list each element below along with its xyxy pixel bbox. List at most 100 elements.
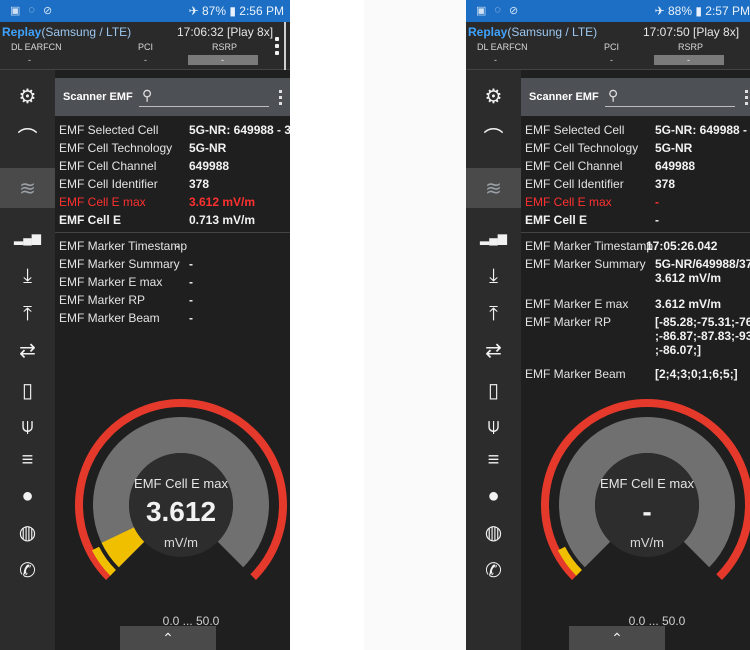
settings-icon[interactable]: ⚙ [466,78,521,114]
emf-row-value: - [189,311,193,325]
emf-row-value: 5G-NR: 649988 - 378 [189,123,290,137]
wifi-icon[interactable]: ≋ [466,168,521,208]
gauge-value: - [642,496,651,527]
scanner-header: Scanner EMF ⚲ [521,78,750,116]
check-circle-icon: ⊘ [508,5,519,17]
emf-row-label: EMF Cell Technology [59,141,173,155]
settings-icon[interactable]: ⚙ [0,78,55,114]
scanner-header: Scanner EMF ⚲ [55,78,290,116]
gauge-title: EMF Cell E max [134,476,228,491]
panel-gap [364,0,466,650]
scanner-menu-button[interactable] [279,90,282,105]
battery-icon: ▮ [229,4,236,18]
battery-level: 87% [201,4,226,18]
emf-row-label: EMF Cell Channel [59,159,157,173]
gauge-unit: mV/m [164,535,198,550]
panel-gap-inner [364,0,466,650]
replay-time: 17:07:50 [Play 8x] [643,25,740,39]
chevron-up-icon: ⌃ [162,629,174,646]
status-time: 2:57 PM [705,4,750,18]
emf-row-label: EMF Cell Identifier [59,177,158,191]
emf-row-label: EMF Marker E max [525,297,629,311]
emf-row-value: 5G-NR/649988/378: 3.612 mV/m [655,257,750,285]
circle-icon: ◌ [494,4,501,16]
emf-row-label: EMF Cell E max [59,195,146,209]
gauge-value-fill [101,526,145,568]
image-icon: ▣ [476,5,487,17]
emf-row-value: 0.713 mV/m [189,213,256,227]
rsrp-value: - [221,55,224,65]
replay-menu-button[interactable] [740,22,750,70]
menu-dot [275,44,279,48]
expand-button[interactable]: ⌃ [569,626,665,650]
expand-button[interactable]: ⌃ [120,626,216,650]
emf-row-value: - [176,239,180,253]
row-separator [521,232,750,233]
status-bar: ▣ ◌ ⊘ ✈ 87% ▮ 2:56 PM [0,0,290,22]
emf-row-label: EMF Marker Summary [59,257,180,271]
download-icon[interactable]: ⤓ [0,258,55,294]
search-icon[interactable]: ⚲ [608,87,618,104]
replay-bar: Replay(Samsung / LTE) 17:07:50 [Play 8x]… [466,22,750,70]
download-icon[interactable]: ⤓ [466,258,521,294]
replay-title: Replay(Samsung / LTE) [468,25,597,39]
transfer-arrows-icon[interactable]: ⇄ [466,332,521,368]
emf-row-value: 649988 [655,159,696,173]
status-right: ✈ 87% ▮ 2:56 PM [189,4,284,18]
search-input[interactable] [605,106,735,107]
replay-time: 17:06:32 [Play 8x] [177,25,274,39]
earfcn-value: - [494,55,497,65]
replay-bar: Replay(Samsung / LTE) 17:06:32 [Play 8x]… [0,22,290,70]
upload-icon[interactable]: ⤒ [0,296,55,332]
check-circle-icon: ⊘ [42,5,53,17]
pci-value: - [144,55,147,65]
emf-row-label: EMF Cell Identifier [525,177,624,191]
emf-row-label: EMF Marker Summary [525,257,646,271]
wifi-icon[interactable]: ≋ [0,168,55,208]
search-icon[interactable]: ⚲ [142,87,152,104]
emf-row-value: 378 [655,177,676,191]
emf-row-label: EMF Cell E [59,213,122,227]
row-separator [55,232,290,233]
earfcn-label: DL EARFCN [477,42,528,52]
phone-screenshot-1: ▣ ◌ ⊘ ✈ 87% ▮ 2:56 PM Replay(Samsung / LTE… [0,0,290,650]
status-right: ✈ 88% ▮ 2:57 PM [655,4,750,18]
emf-row-label: EMF Cell E max [525,195,612,209]
signal-wave-icon[interactable]: ⌒ [0,118,55,154]
menu-dot [745,102,748,105]
emf-row-value: 5G-NR [655,141,693,155]
scanner-menu-button[interactable] [745,90,748,105]
emf-row-label: EMF Marker Timestamp [525,239,654,253]
emf-row-label: EMF Marker RP [59,293,146,307]
upload-icon[interactable]: ⤒ [466,296,521,332]
emf-row-value: 3.612 mV/m [189,195,256,209]
gauge-unit: mV/m [630,535,664,550]
emf-row-label: EMF Cell Technology [525,141,639,155]
menu-dot [745,96,748,99]
emf-gauge: EMF Cell E max-mV/m0.0 ... 50.0 [541,399,750,628]
signal-bars-icon[interactable]: ▂▄▆ [0,220,55,256]
menu-dot [279,96,282,99]
emf-row-value: 17:05:26.042 [646,239,718,253]
emf-row-value: [-85.28;-75.31;-76.44 ;-86.87;-87.83;-93… [655,315,750,357]
signal-wave-icon[interactable]: ⌒ [466,118,521,154]
search-input[interactable] [139,106,269,107]
emf-row-label: EMF Marker Beam [525,367,626,381]
emf-row-label: EMF Marker Beam [59,311,160,325]
status-left-icons: ▣ ◌ ⊘ [476,4,518,17]
airplane-icon: ✈ [654,4,665,18]
emf-row-value: - [189,257,193,271]
emf-row-label: EMF Marker RP [525,315,612,329]
emf-row-value: 3.612 mV/m [655,297,722,311]
emf-row-value: 5G-NR [189,141,227,155]
scanner-title: Scanner EMF [529,91,599,103]
replay-menu-button[interactable] [264,22,290,70]
emf-gauge: EMF Cell E max3.612mV/m0.0 ... 50.0 [75,399,287,628]
gauge-value: 3.612 [146,496,216,527]
battery-level: 88% [667,4,692,18]
pci-label: PCI [604,42,620,52]
emf-row-value: - [189,293,193,307]
pci-value: - [610,55,613,65]
signal-bars-icon[interactable]: ▂▄▆ [466,220,521,256]
transfer-arrows-icon[interactable]: ⇄ [0,332,55,368]
